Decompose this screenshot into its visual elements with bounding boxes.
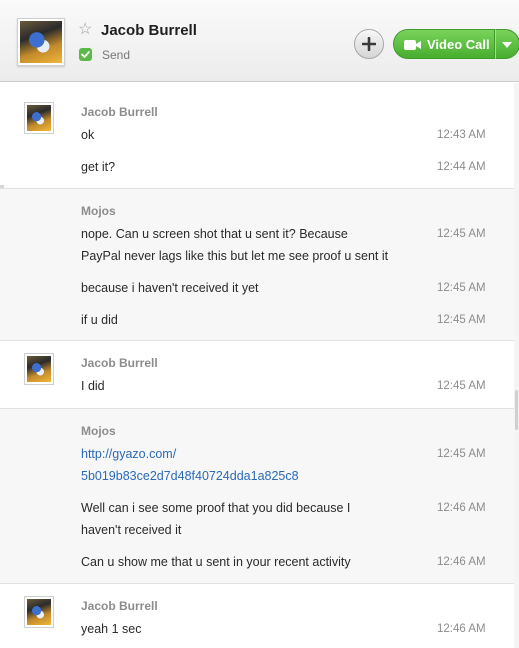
message-link-line1[interactable]: http://gyazo.com/ [81, 443, 381, 465]
message-text: Can u show me that u sent in your recent… [81, 555, 351, 569]
message-text: because i haven't received it yet [81, 281, 259, 295]
message-text-line2: PayPal never lags like this but let me s… [81, 249, 389, 263]
chevron-down-icon [502, 42, 512, 48]
message-text: ok [81, 128, 95, 142]
sender-avatar[interactable] [24, 102, 54, 134]
camera-icon [404, 40, 421, 50]
conversation-header: ☆ Jacob Burrell Send Video Call [0, 0, 519, 82]
message-time: 12:45 AM [437, 314, 486, 326]
video-call-button[interactable]: Video Call [393, 29, 495, 59]
status-text: Send [102, 48, 131, 62]
message-text: get it? [81, 160, 116, 174]
message-time: 12:45 AM [437, 282, 486, 294]
message-text-line2: haven't received it [81, 523, 182, 537]
message-group: Mojos http://gyazo.com/ 5b019b83ce2d7d48… [0, 409, 514, 584]
message-time: 12:43 AM [437, 129, 486, 141]
message-time: 12:45 AM [437, 228, 486, 240]
sender-name: Jacob Burrell [81, 105, 158, 119]
sender-name: Mojos [81, 204, 116, 218]
video-call-group: Video Call [393, 29, 519, 59]
sender-name: Jacob Burrell [81, 599, 158, 613]
message-group: Jacob Burrell I did 12:45 AM [0, 341, 514, 409]
check-icon [79, 48, 92, 61]
contact-name[interactable]: Jacob Burrell [101, 22, 197, 39]
scrollbar-thumb[interactable] [515, 390, 518, 430]
star-icon[interactable]: ☆ [78, 22, 94, 38]
message-time: 12:46 AM [437, 556, 486, 568]
scrollbar-track[interactable] [514, 83, 519, 648]
message-text: if u did [81, 313, 118, 327]
sender-name: Jacob Burrell [81, 356, 158, 370]
message-text-line1: Well can i see some proof that you did b… [81, 501, 351, 515]
sender-name: Mojos [81, 424, 116, 438]
message-group: Mojos nope. Can u screen shot that u sen… [0, 189, 514, 341]
message-time: 12:46 AM [437, 502, 486, 514]
message-text-line1: nope. Can u screen shot that u sent it? … [81, 227, 348, 241]
add-contact-button[interactable] [354, 29, 384, 59]
message-time: 12:45 AM [437, 448, 486, 460]
message-time: 12:44 AM [437, 161, 486, 173]
message-text: yeah 1 sec [81, 622, 142, 636]
plus-icon [362, 37, 376, 51]
message-group: Jacob Burrell ok 12:43 AM get it? 12:44 … [0, 90, 514, 189]
message-text: I did [81, 379, 105, 393]
message-link-line2[interactable]: 5b019b83ce2d7d48f40724dda1a825c8 [81, 465, 381, 487]
message-group: Jacob Burrell yeah 1 sec 12:46 AM [0, 584, 514, 648]
contact-avatar[interactable] [17, 18, 65, 66]
message-time: 12:45 AM [437, 380, 486, 392]
message-time: 12:46 AM [437, 623, 486, 635]
sender-avatar[interactable] [24, 353, 54, 385]
video-call-dropdown[interactable] [495, 29, 519, 59]
sender-avatar[interactable] [24, 596, 54, 628]
video-call-label: Video Call [427, 37, 490, 52]
